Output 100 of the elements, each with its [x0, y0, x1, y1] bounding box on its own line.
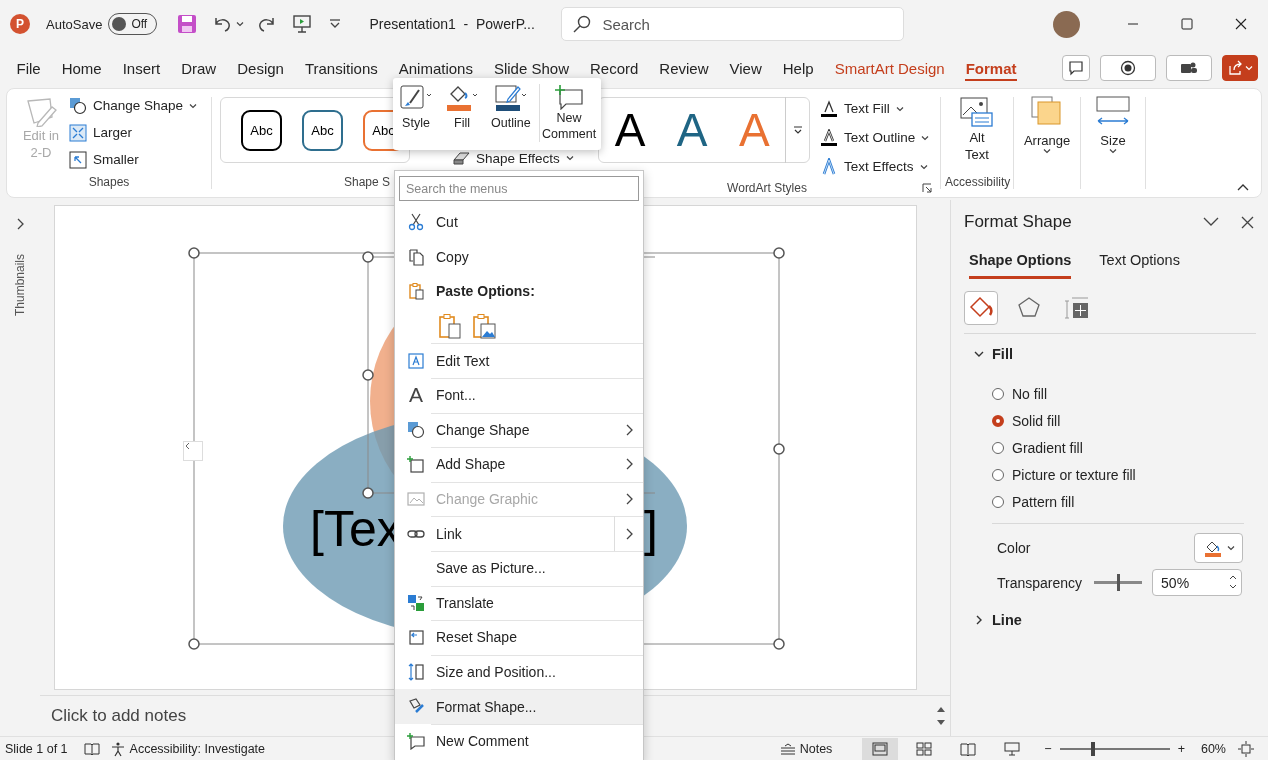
shape-style-preset[interactable]: Abc [302, 109, 343, 151]
section-header[interactable]: Line [974, 610, 1022, 630]
ribbon-button[interactable]: Larger [69, 119, 198, 146]
paste-option-button[interactable] [471, 312, 497, 341]
view-button[interactable] [862, 737, 899, 760]
resize-handle[interactable] [773, 638, 785, 650]
ribbon-tab[interactable]: Review [648, 58, 720, 78]
ribbon-tab[interactable]: Transitions [294, 58, 389, 78]
resize-handle[interactable] [362, 251, 374, 263]
triangle-up-icon [936, 706, 946, 713]
slider-thumb[interactable] [1117, 574, 1121, 591]
ribbon-tab[interactable]: Format [955, 58, 1028, 78]
slide-text[interactable]: ] [644, 501, 658, 557]
arrange-button[interactable]: Arrange [1023, 93, 1071, 154]
resize-handle[interactable] [362, 369, 374, 381]
caret-icon [921, 134, 930, 141]
record-button[interactable] [1100, 55, 1156, 81]
save-button[interactable] [177, 14, 198, 34]
radio-button[interactable] [992, 387, 1004, 400]
ribbon-tab[interactable]: Animations [388, 58, 484, 78]
shape-style-preset[interactable]: Abc [241, 109, 282, 151]
ribbon-tab[interactable]: Design [226, 58, 295, 78]
zoom-in-button[interactable]: + [1177, 741, 1185, 756]
font-icon: A [407, 383, 425, 408]
size-button[interactable]: Size [1096, 93, 1130, 154]
section-header[interactable]: Fill [974, 344, 1013, 364]
menu-item[interactable]: Copy [395, 239, 643, 275]
ribbon-button[interactable]: Change Shape [69, 92, 198, 119]
accessibility-button[interactable]: Accessibility: Investigate [109, 740, 266, 757]
resize-handle[interactable] [773, 247, 785, 259]
slider-thumb[interactable] [1090, 741, 1095, 756]
zoom-level-button[interactable]: 60% [1200, 741, 1226, 756]
ribbon-button[interactable]: Text Effects [820, 152, 930, 181]
ribbon-tab[interactable]: File [6, 58, 52, 78]
ribbon-tab[interactable]: Slide Show [483, 58, 580, 78]
caret-icon [1226, 544, 1235, 551]
expand-thumbnails-button[interactable] [16, 218, 24, 230]
resize-handle[interactable] [362, 487, 374, 499]
radio-button[interactable] [992, 441, 1004, 454]
notes-placeholder[interactable]: Click to add notes [51, 706, 187, 726]
close-button[interactable] [1241, 215, 1254, 229]
shape-effects-button[interactable]: Shape Effects [452, 147, 574, 169]
pane-tab[interactable]: Text Options [1099, 252, 1180, 279]
icon-tab[interactable] [964, 291, 998, 325]
radio-option[interactable]: Picture or texture fill [992, 461, 1136, 488]
present-button[interactable] [292, 14, 313, 34]
mini-toolbar-button[interactable]: New Comment [538, 84, 599, 142]
style-brush-icon [399, 84, 433, 112]
radio-button[interactable] [992, 414, 1004, 427]
pane-options-button[interactable] [1203, 217, 1219, 227]
wordart-preset[interactable]: A [661, 100, 724, 160]
radio-option[interactable]: Pattern fill [992, 488, 1075, 515]
radio-button[interactable] [992, 495, 1004, 508]
ribbon-tab[interactable]: Help [772, 58, 825, 78]
pane-tab[interactable]: Shape Options [969, 252, 1072, 279]
dialog-launcher-button[interactable] [922, 183, 932, 193]
radio-option[interactable]: Solid fill [992, 407, 1061, 434]
customize-button[interactable] [329, 19, 342, 29]
scroll-down-button[interactable] [936, 719, 946, 726]
layout-size-icon [1064, 295, 1090, 321]
mini-toolbar-button[interactable]: Outline [485, 84, 537, 130]
chevron-down-icon [974, 350, 984, 358]
ribbon-tab[interactable]: SmartArt Design [824, 58, 956, 78]
thumbnails-label[interactable]: Thumbnails [13, 254, 27, 316]
ribbon-button[interactable]: Text Outline [820, 123, 930, 152]
color-picker-button[interactable] [1194, 532, 1243, 563]
resize-handle[interactable] [188, 247, 200, 259]
paste-option-button[interactable] [437, 312, 463, 341]
ribbon-tab[interactable]: Draw [170, 58, 227, 78]
chevron-right-icon [625, 527, 633, 540]
alt-text-button[interactable]: Alt Text [959, 93, 995, 163]
ribbon-button[interactable]: Text Fill [820, 94, 930, 123]
radio-option[interactable]: No fill [992, 380, 1047, 407]
text-outline-icon [820, 128, 838, 147]
menu-item[interactable]: Cut [395, 205, 643, 240]
resize-handle[interactable] [188, 638, 200, 650]
resize-handle[interactable] [773, 443, 785, 455]
zoom-out-button[interactable]: − [1044, 741, 1052, 756]
scroll-up-button[interactable] [936, 706, 946, 713]
wordart-preset[interactable]: A [599, 100, 662, 160]
transparency-field[interactable]: 50% [1152, 569, 1243, 596]
notes-button[interactable]: Notes [779, 741, 833, 756]
share-button[interactable] [1222, 55, 1258, 81]
fit-slide-button[interactable] [1238, 740, 1254, 757]
comments-button[interactable] [1062, 55, 1090, 81]
radio-button[interactable] [992, 468, 1004, 481]
mini-toolbar-button[interactable]: Fill [439, 84, 485, 130]
ribbon-tab[interactable]: Home [51, 58, 113, 78]
ribbon-tab[interactable]: Insert [112, 58, 171, 78]
meeting-button[interactable] [1166, 55, 1212, 81]
avatar[interactable] [1053, 10, 1080, 38]
notes-check-button[interactable] [83, 741, 100, 756]
ribbon-tab[interactable]: Record [579, 58, 649, 78]
radio-option[interactable]: Gradient fill [992, 434, 1083, 461]
search-field[interactable]: Search [561, 7, 905, 41]
collapse-ribbon-button[interactable] [1237, 183, 1249, 191]
ribbon-tab[interactable]: View [719, 58, 773, 78]
ribbon-button[interactable]: Smaller [69, 146, 198, 173]
menu-search-field[interactable]: Search the menus [399, 176, 639, 201]
menu-item[interactable]: Format Shape... [395, 689, 643, 724]
